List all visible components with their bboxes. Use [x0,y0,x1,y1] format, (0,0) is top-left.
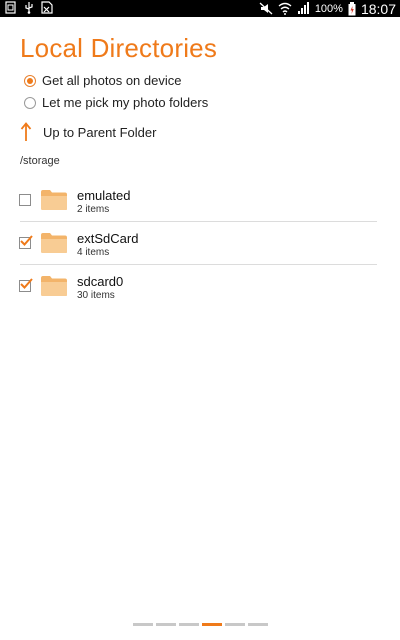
folder-name: emulated [77,188,131,203]
folder-checkbox[interactable] [19,194,31,206]
folder-icon [41,190,67,210]
radio-button[interactable] [24,96,36,109]
option-label: Let me pick my photo folders [42,95,209,110]
signal-icon [297,2,309,14]
page-dot[interactable] [225,623,245,626]
folder-item-count: 30 items [77,290,115,301]
parent-folder-label: Up to Parent Folder [43,124,157,140]
folder-row-emulated[interactable]: emulated 2 items [0,179,400,222]
page-dot[interactable] [179,623,199,626]
up-to-parent-folder[interactable]: Up to Parent Folder [20,122,156,142]
folder-row-sdcard0[interactable]: sdcard0 30 items [0,265,400,308]
notification-icon [5,1,16,14]
folder-item-count: 4 items [77,247,110,258]
folder-icon [41,276,67,296]
folder-item-count: 2 items [77,204,110,215]
folder-checkbox[interactable] [19,235,33,249]
clock: 18:07 [360,0,396,17]
status-right-icons: 100% 18:07 [259,0,396,17]
folder-icon [41,233,67,253]
status-left-icons [5,1,53,14]
folder-checkbox[interactable] [19,278,33,292]
page-indicator [133,623,268,626]
checkmark-icon [20,278,33,289]
page-dot[interactable] [133,623,153,626]
battery-percent: 100% [314,2,343,15]
wifi-icon [278,2,292,15]
current-path: /storage [20,155,60,167]
page-title: Local Directories [20,33,218,63]
folder-row-extsdcard[interactable]: extSdCard 4 items [0,222,400,265]
option-all-photos[interactable]: Get all photos on device [24,73,181,88]
option-pick-folders[interactable]: Let me pick my photo folders [24,95,208,110]
folder-name: sdcard0 [77,274,124,289]
usb-icon [25,2,33,14]
folder-name: extSdCard [77,231,139,246]
battery-icon [348,1,356,15]
page-dot[interactable] [248,623,268,626]
mute-icon [259,2,273,15]
radio-button-selected[interactable] [24,74,36,87]
arrow-up-icon [20,122,32,141]
sdcard-icon [41,1,53,14]
page-dot[interactable] [156,623,176,626]
status-bar: 100% 18:07 [0,0,400,17]
option-label: Get all photos on device [42,73,182,88]
checkmark-icon [20,235,33,246]
page-dot-active[interactable] [202,623,222,626]
